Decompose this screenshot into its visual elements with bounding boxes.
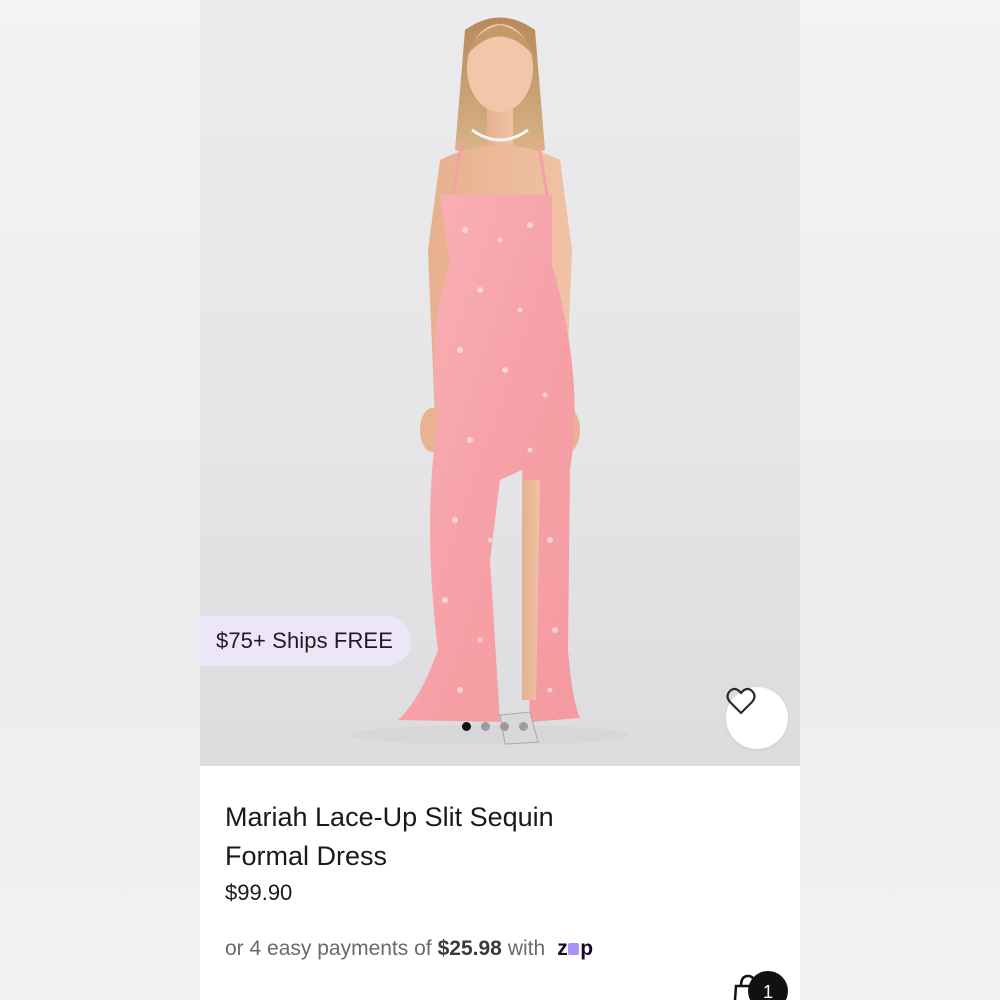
product-price: $99.90 <box>225 880 293 905</box>
free-shipping-badge: $75+ Ships FREE <box>200 616 411 666</box>
gallery-dot-1[interactable] <box>462 722 471 731</box>
product-title[interactable]: Mariah Lace-Up Slit Sequin Formal Dress <box>225 798 645 876</box>
installment-amount: $25.98 <box>437 937 502 960</box>
product-info: Mariah Lace-Up Slit Sequin Formal Dress … <box>200 766 800 1000</box>
background-right <box>800 0 1000 1000</box>
product-image[interactable]: $75+ Ships FREE <box>200 0 800 766</box>
gallery-pagination <box>462 722 528 731</box>
installment-prefix: or 4 easy payments of <box>225 937 432 960</box>
favorite-button[interactable] <box>726 687 788 749</box>
product-card: $75+ Ships FREE Mariah Lace-Up Slit Sequ… <box>200 0 800 1000</box>
background-left <box>0 0 200 1000</box>
gallery-dot-2[interactable] <box>481 722 490 731</box>
gallery-dot-4[interactable] <box>519 722 528 731</box>
installment-suffix: with <box>507 937 546 960</box>
installment-offer: or 4 easy payments of $25.98 with zp <box>225 937 593 961</box>
page: $75+ Ships FREE Mariah Lace-Up Slit Sequ… <box>0 0 1000 1000</box>
heart-outline-icon <box>726 687 756 715</box>
zip-logo-icon[interactable]: zp <box>557 937 593 961</box>
gallery-dot-3[interactable] <box>500 722 509 731</box>
